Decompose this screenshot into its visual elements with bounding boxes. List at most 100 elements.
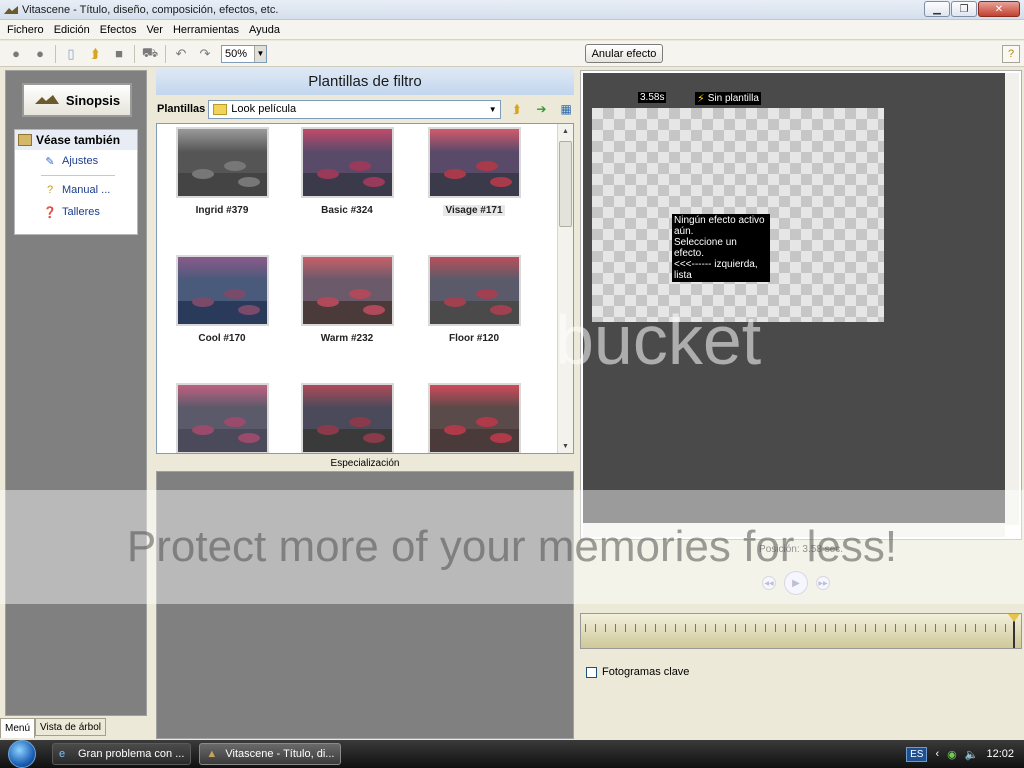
template-label: Ingrid #379 [195,205,249,216]
template-item[interactable]: Ingrid #379 [167,124,277,234]
tray-expand-icon[interactable]: ‹ [935,748,939,760]
menu-ayuda[interactable]: Ayuda [244,24,285,36]
help-icon[interactable]: ? [1002,45,1020,63]
next-frame-icon[interactable]: ▶▶ [816,576,830,590]
menu-herramientas[interactable]: Herramientas [168,24,244,36]
template-item[interactable]: Visage #171 [419,124,529,234]
start-button[interactable] [0,740,44,768]
vertical-scrollbar[interactable]: ▲ ▼ [557,124,573,453]
sinopsis-label: Sinopsis [65,92,121,108]
app-icon [4,5,18,14]
specialization-panel [156,471,574,739]
undo-icon[interactable]: ↶ [173,46,189,62]
template-label: Floor #120 [448,333,500,344]
open-folder-icon[interactable]: ⮭ [87,46,103,62]
next-icon[interactable]: ➔ [532,100,550,118]
chevron-down-icon[interactable]: ▼ [486,101,500,118]
time-readout: 3.58s [638,92,667,103]
grid-view-icon[interactable]: ▦ [557,100,575,118]
template-grid: ▲ ▼ Ingrid #379 Basic #324 Visage #171 Cool… [156,123,574,454]
network-icon[interactable]: ◉ [947,748,957,761]
record-alt-icon[interactable]: ● [32,46,48,62]
prev-frame-icon[interactable]: ◀◀ [762,576,776,590]
stop-icon[interactable]: ■ [111,46,127,62]
left-tab-bar: Menú Vista de árbol [0,718,106,738]
undo-effect-button[interactable]: Anular efecto [585,44,663,63]
zoom-value: 50% [225,47,248,60]
system-tray: ES ‹ ◉ 🔈 12:02 [906,740,1024,768]
divider [41,175,115,176]
tab-tree-view[interactable]: Vista de árbol [35,718,106,736]
preview-horizontal-scrollbar[interactable] [583,523,1005,537]
link-manual[interactable]: ? Manual ... [15,179,137,201]
toolbar-separator [134,44,135,63]
template-thumbnail [427,255,521,326]
sinopsis-icon [34,95,59,104]
template-item[interactable]: Basic #324 [292,124,402,234]
volume-icon[interactable]: 🔈 [965,748,979,761]
menu-bar: Fichero Edición Efectos Ver Herramientas… [0,20,1024,40]
template-thumbnail [175,383,269,453]
panel-title: Plantillas de filtro [156,68,574,95]
plantillas-label: Plantillas [157,103,206,115]
record-icon[interactable]: ● [8,46,24,62]
minimize-button[interactable]: ▁ [924,1,950,17]
new-file-icon[interactable]: ▯ [63,46,79,62]
template-label: Warm #232 [320,333,374,344]
template-thumbnail [175,255,269,326]
template-item[interactable] [419,380,529,453]
template-item[interactable]: Floor #120 [419,252,529,362]
language-indicator[interactable]: ES [906,746,928,762]
template-item[interactable]: Warm #232 [292,252,402,362]
template-item[interactable]: Cool #170 [167,252,277,362]
folder-icon [18,134,32,146]
scroll-up-icon[interactable]: ▲ [558,124,573,138]
especializacion-label: Especialización [330,457,400,469]
link-ajustes[interactable]: ✎ Ajustes [15,150,137,172]
timeline[interactable] [580,613,1022,649]
sinopsis-button[interactable]: Sinopsis [22,83,132,117]
scroll-thumb[interactable] [559,141,572,227]
folder-icon [213,103,228,115]
menu-fichero[interactable]: Fichero [2,24,49,36]
menu-efectos[interactable]: Efectos [95,24,142,36]
close-button[interactable]: ✕ [978,1,1020,17]
maximize-button[interactable]: ❐ [951,1,977,17]
plantillas-select[interactable]: Look película ▼ [208,99,501,119]
transport-controls: ◀◀ ▶ ▶▶ [762,571,830,595]
template-thumbnail [300,127,394,198]
play-icon[interactable]: ▶ [784,571,808,595]
settings-icon: ✎ [45,155,55,168]
help-circle-icon: ❓ [43,206,57,219]
menu-edicion[interactable]: Edición [49,24,95,36]
folder-up-icon[interactable]: ⮭ [508,100,526,118]
ie-icon: e [59,748,66,760]
scroll-down-icon[interactable]: ▼ [558,439,573,453]
preview-canvas[interactable]: 3.58s ⚡ Sin plantilla Ningún efecto acti… [583,73,1005,525]
left-panel: Sinopsis Véase también ✎ Ajustes ? Manua… [0,68,152,739]
preview-vertical-scrollbar[interactable] [1005,73,1019,525]
plantillas-row: Plantillas Look película ▼ ⮭ ➔ ▦ [155,97,575,121]
message-line-1: Ningún efecto activo aún. [674,215,765,237]
link-talleres[interactable]: ❓ Talleres [15,201,137,223]
transparent-canvas: Ningún efecto activo aún. Seleccione un … [592,108,884,322]
template-item[interactable] [167,380,277,453]
app-icon: ▲ [206,748,218,760]
template-thumbnail [427,127,521,198]
taskbar-item-vitascene[interactable]: ▲ Vitascene - Título, di... [199,743,342,765]
keyframes-checkbox[interactable] [586,666,597,678]
chevron-down-icon[interactable]: ▼ [254,45,266,62]
template-item[interactable] [292,380,402,453]
keyframes-toggle[interactable]: Fotogramas clave [586,666,689,678]
menu-ver[interactable]: Ver [141,24,168,36]
taskbar-item-browser[interactable]: e Gran problema con ... [52,743,192,765]
template-label: Cool #170 [198,333,246,344]
zoom-select[interactable]: 50% ▼ [221,44,267,63]
redo-icon[interactable]: ↷ [197,46,213,62]
window-title: Vitascene - Título, diseño, composición,… [22,3,279,16]
playhead[interactable] [1008,614,1020,648]
preview-frame: 3.58s ⚡ Sin plantilla Ningún efecto acti… [580,70,1022,540]
no-effect-message: Ningún efecto activo aún. Seleccione un … [672,214,770,282]
render-icon[interactable]: ⛟ [142,45,158,62]
tab-menu[interactable]: Menú [0,718,36,738]
